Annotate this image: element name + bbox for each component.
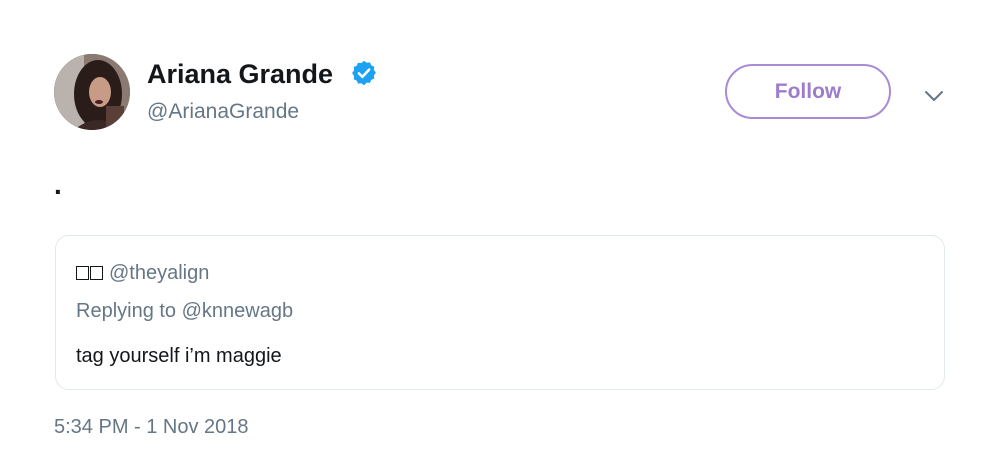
unsupported-glyph-icon — [76, 266, 89, 280]
tweet-text: . — [54, 169, 62, 200]
quoted-replying-to: Replying to @knnewagb — [76, 300, 294, 322]
author-display-name[interactable]: Ariana Grande — [147, 58, 333, 90]
quoted-tweet-text: tag yourself i’m maggie — [76, 345, 282, 367]
quoted-tweet-card[interactable]: @theyalign Replying to @knnewagb tag you… — [55, 235, 945, 390]
avatar-photo — [54, 54, 130, 130]
tweet-timestamp[interactable]: 5:34 PM - 1 Nov 2018 — [54, 415, 249, 439]
author-handle[interactable]: @ArianaGrande — [147, 99, 299, 125]
quoted-author[interactable]: @theyalign — [76, 261, 209, 285]
chevron-down-icon[interactable] — [920, 84, 948, 108]
quoted-author-handle: @theyalign — [109, 262, 210, 284]
follow-button[interactable]: Follow — [725, 64, 891, 119]
avatar[interactable] — [54, 54, 130, 130]
verified-badge-icon — [352, 60, 376, 86]
unsupported-glyph-icon — [90, 266, 103, 280]
